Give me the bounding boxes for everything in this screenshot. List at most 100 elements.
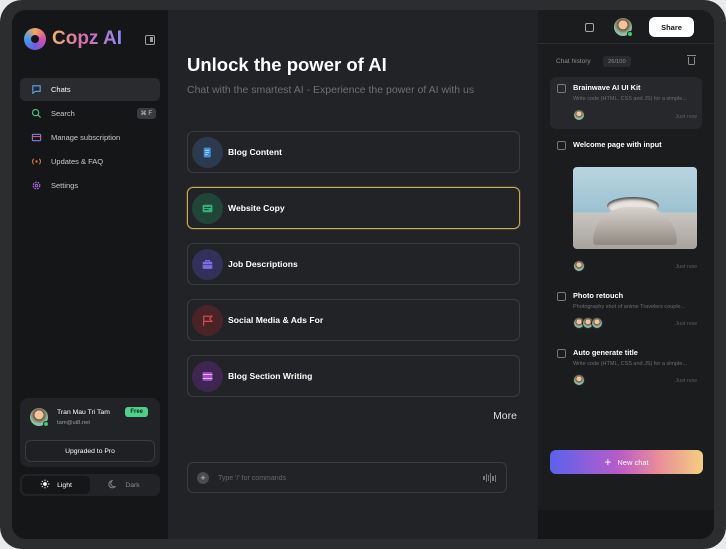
chat-history-panel: Share Chat history 26/100 Brainwave AI U… [538,10,714,539]
chat-title: Photo retouch [573,291,624,300]
chat-history-label: Chat history [556,58,591,65]
share-button[interactable]: Share [649,17,694,37]
avatar[interactable] [614,18,633,37]
sidebar-item-manage-subscription[interactable]: Manage subscription [20,126,160,149]
card-icon [30,132,42,144]
sidebar-item-label: Chats [51,85,71,94]
main-panel: Unlock the power of AI Chat with the sma… [168,10,538,539]
option-label: Blog Section Writing [228,371,313,381]
chat-participants [573,260,585,272]
chat-item-photo-retouch[interactable]: Photo retouch Photography shot of anime … [550,285,702,335]
theme-dark-label: Dark [125,481,140,489]
panel-footer [538,510,714,539]
chat-image-thumbnail [573,167,697,249]
chat-participants [573,109,585,121]
sidebar-item-updates-faq[interactable]: Updates & FAQ [20,150,160,173]
avatar [573,374,585,386]
avatar[interactable] [30,408,49,427]
user-card: Tran Mau Tri Tam tam@ui8.net Free Upgrad… [20,398,160,467]
chat-title: Welcome page with input [573,140,662,149]
chat-checkbox[interactable] [557,349,566,358]
film-icon [192,360,223,392]
user-email: tam@ui8.net [57,420,90,426]
logo-icon [24,28,46,50]
new-window-icon[interactable] [585,23,594,32]
page-subtitle: Chat with the smartest AI - Experience t… [187,84,475,96]
more-link[interactable]: More [493,410,517,422]
option-label: Blog Content [228,147,282,157]
new-chat-button[interactable]: + New chat [550,450,703,474]
avatar [573,109,585,121]
chat-history-count: 26/100 [603,56,631,67]
right-header: Share [538,10,714,44]
option-blog-section-writing[interactable]: Blog Section Writing [187,355,520,397]
option-job-descriptions[interactable]: Job Descriptions [187,243,520,285]
add-attachment-icon[interactable]: + [197,472,209,484]
moon-icon [108,479,118,491]
online-status-dot [627,31,633,37]
theme-light-label: Light [57,481,72,489]
chat-title: Brainwave AI UI Kit [573,83,641,92]
sidebar-item-chats[interactable]: Chats [20,78,160,101]
chat-time: Just now [675,264,697,270]
trash-icon[interactable] [686,55,696,65]
search-icon [30,108,42,120]
sidebar-nav: Chats Search ⌘ F Manage subscription Upd… [20,78,160,198]
plan-badge: Free [125,407,148,417]
option-label: Job Descriptions [228,259,298,269]
sidebar-item-label: Search [51,109,75,118]
chat-participants [573,374,585,386]
plus-icon: + [604,455,612,469]
online-status-dot [43,421,49,427]
chat-item-brainwave[interactable]: Brainwave AI UI Kit Write code (HTML, CS… [550,77,702,129]
upgrade-button[interactable]: Upgraded to Pro [25,440,155,462]
chat-checkbox[interactable] [557,141,566,150]
chat-description: Photography shot of anime Travelers coup… [573,304,686,310]
broadcast-icon [30,156,42,168]
chat-time: Just now [675,321,697,327]
theme-dark-option[interactable]: Dark [90,476,158,494]
option-social-media-ads[interactable]: Social Media & Ads For [187,299,520,341]
chat-item-welcome-page[interactable]: Welcome page with input Just now [550,134,702,274]
message-input[interactable] [218,471,468,485]
chat-checkbox[interactable] [557,292,566,301]
sidebar-item-label: Settings [51,181,79,190]
avatar [591,317,603,329]
sidebar-item-label: Updates & FAQ [51,157,104,166]
prompt-options: Blog Content Website Copy Job Descriptio… [187,131,520,411]
new-chat-label: New chat [617,457,649,467]
theme-toggle: Light Dark [20,474,160,496]
sidebar-item-settings[interactable]: Settings [20,174,160,197]
document-icon [192,136,223,168]
device-frame: Copz AI Chats Search ⌘ F Manage subscrip… [0,0,726,549]
shortcut-badge: ⌘ F [136,108,156,119]
voice-input-icon[interactable] [483,473,496,483]
option-label: Website Copy [228,203,285,213]
chat-time: Just now [675,378,697,384]
browser-icon [192,192,223,224]
flag-icon [192,304,223,336]
chat-checkbox[interactable] [557,84,566,93]
chat-item-auto-generate-title[interactable]: Auto generate title Write code (HTML, CS… [550,342,702,392]
option-website-copy[interactable]: Website Copy [187,187,520,229]
sidebar: Copz AI Chats Search ⌘ F Manage subscrip… [12,10,168,539]
sidebar-item-search[interactable]: Search ⌘ F [20,102,160,125]
chat-title: Auto generate title [573,348,638,357]
app-window: Copz AI Chats Search ⌘ F Manage subscrip… [12,10,714,539]
option-label: Social Media & Ads For [228,315,324,325]
message-composer: + [187,462,507,493]
sidebar-item-label: Manage subscription [51,133,121,142]
gear-icon [30,180,42,192]
avatar [573,260,585,272]
logo[interactable]: Copz AI [24,28,122,50]
option-blog-content[interactable]: Blog Content [187,131,520,173]
chat-time: Just now [675,114,697,120]
sun-icon [40,479,50,491]
user-name: Tran Mau Tri Tam [57,409,110,416]
chat-icon [30,84,42,96]
page-title: Unlock the power of AI [187,54,387,75]
chat-participants [573,317,603,329]
theme-light-option[interactable]: Light [22,476,90,494]
app-name: Copz AI [52,28,123,49]
sidebar-toggle-icon[interactable] [145,35,155,45]
